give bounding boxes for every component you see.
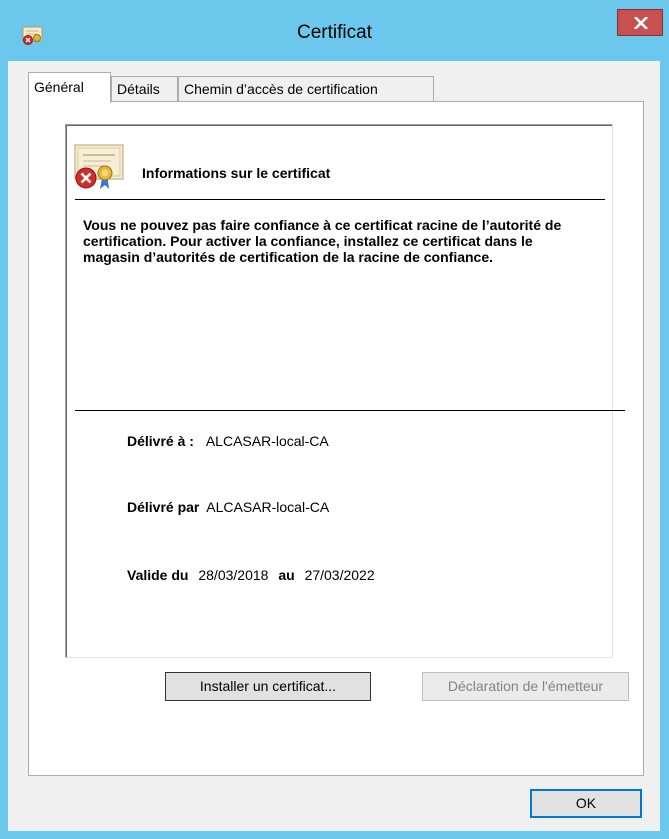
window-title: Certificat (297, 22, 372, 43)
issued-to-label: Délivré à : (127, 433, 194, 449)
issued-by-row: Délivré par ALCASAR-local-CA (127, 499, 329, 515)
valid-to-value: 27/03/2022 (304, 567, 375, 583)
tab-details[interactable]: Détails (111, 76, 178, 102)
trust-warning-message: Vous ne pouvez pas faire confiance à ce … (83, 217, 562, 265)
info-heading: Informations sur le certificat (142, 165, 331, 181)
certificate-info-panel: Informations sur le certificat Vous ne p… (65, 124, 625, 658)
tab-general[interactable]: Général (28, 72, 111, 103)
details-divider (75, 410, 625, 411)
valid-from-label: Valide du (127, 567, 189, 583)
close-icon (634, 17, 648, 29)
issued-by-label: Délivré par (127, 499, 200, 515)
issued-by-value: ALCASAR-local-CA (206, 499, 330, 515)
tab-certification-path[interactable]: Chemin d’accès de certification (178, 76, 434, 102)
close-button[interactable] (617, 9, 663, 36)
certificate-window: Certificat Général Détails Chemin d’accè… (0, 0, 669, 839)
install-certificate-button[interactable]: Installer un certificat... (165, 672, 371, 701)
issued-to-value: ALCASAR-local-CA (205, 433, 329, 449)
valid-to-label: au (278, 567, 295, 583)
header-divider (75, 199, 605, 200)
issued-to-row: Délivré à : ALCASAR-local-CA (127, 433, 329, 449)
certificate-icon (73, 143, 125, 191)
valid-from-value: 28/03/2018 (198, 567, 269, 583)
issuer-statement-button[interactable]: Déclaration de l'émetteur (422, 672, 629, 701)
validity-row: Valide du 28/03/2018 au 27/03/2022 (127, 567, 375, 583)
ok-button[interactable]: OK (530, 789, 642, 818)
general-tab-page: Informations sur le certificat Vous ne p… (28, 101, 644, 776)
dialog-client-area: Général Détails Chemin d’accès de certif… (8, 61, 660, 831)
title-bar[interactable]: Certificat (0, 0, 669, 61)
